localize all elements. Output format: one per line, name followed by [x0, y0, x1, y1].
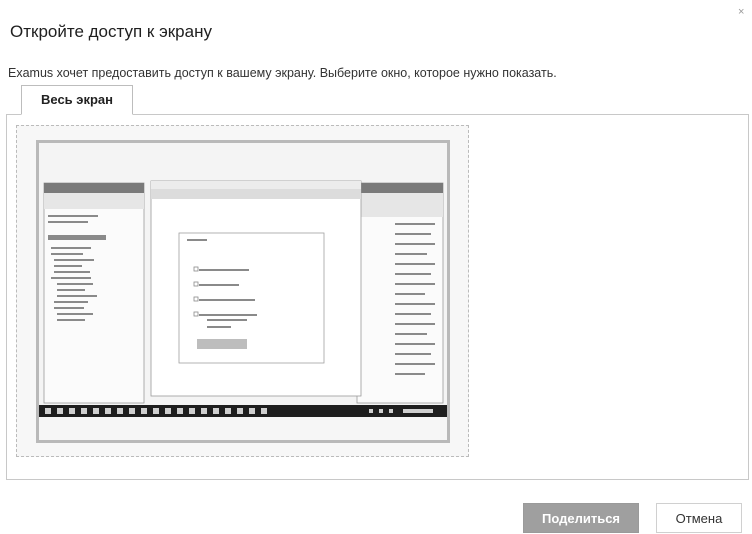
- tab-entire-screen[interactable]: Весь экран: [21, 85, 133, 115]
- close-icon[interactable]: ×: [738, 6, 744, 18]
- dialog-title: Откройте доступ к экрану: [10, 22, 212, 41]
- screen-thumbnail: [36, 140, 450, 443]
- share-button[interactable]: Поделиться: [523, 503, 639, 533]
- cancel-button[interactable]: Отмена: [656, 503, 742, 533]
- desktop-preview-image: [39, 143, 447, 440]
- dialog-description: Examus хочет предоставить доступ к вашем…: [8, 66, 557, 80]
